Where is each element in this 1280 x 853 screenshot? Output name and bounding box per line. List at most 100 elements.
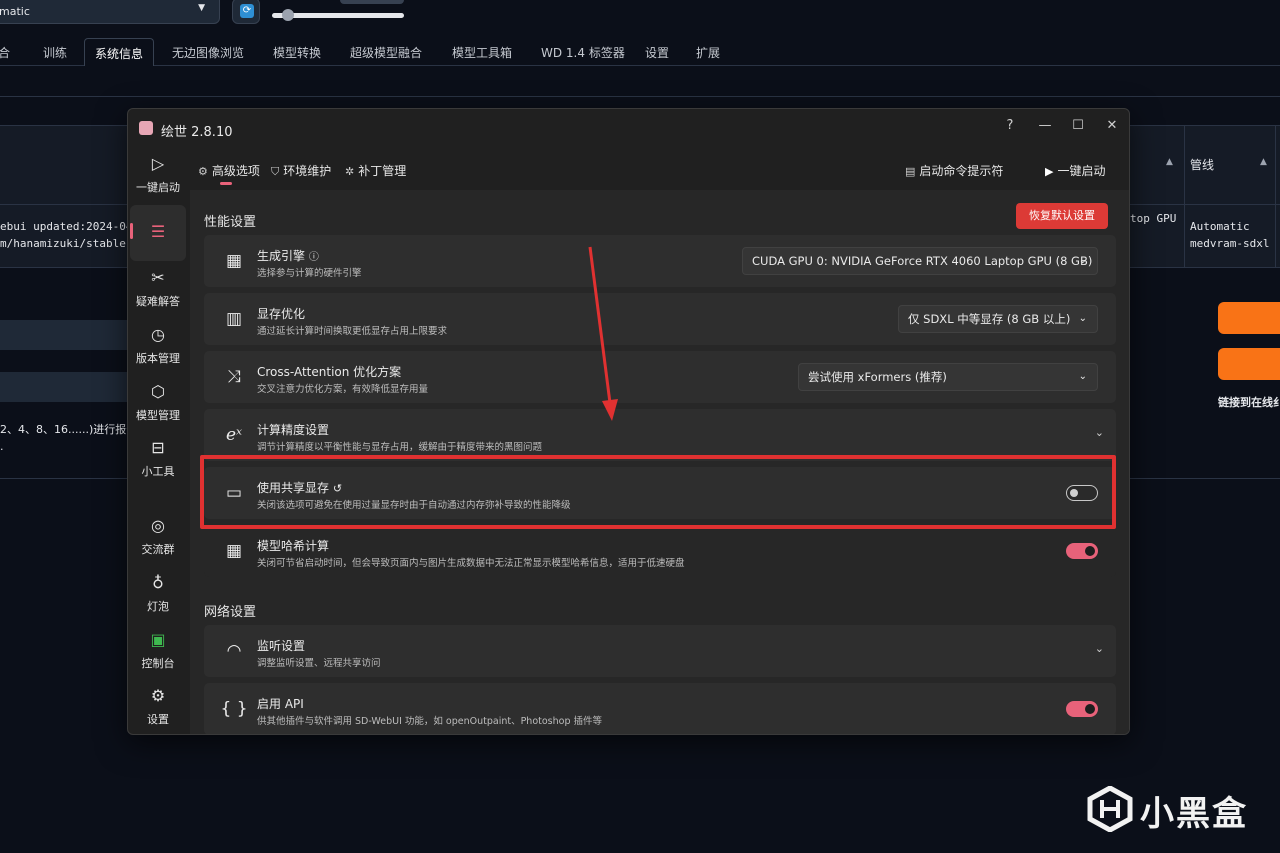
orange-button[interactable] xyxy=(1218,348,1280,380)
chevron-down-icon: ⌄ xyxy=(1078,255,1087,266)
api-card: { } 启用 API 供其他插件与软件调用 SD-WebUI 功能，如 open… xyxy=(204,683,1116,734)
select-value: 尝试使用 xFormers (推荐) xyxy=(808,370,947,384)
exponent-icon: eˣ xyxy=(225,425,243,445)
tab-model-convert[interactable]: 模型转换 xyxy=(273,44,321,61)
precision-card[interactable]: eˣ 计算精度设置 调节计算精度以平衡性能与显存占用，缓解由于精度带来的黑图问题… xyxy=(204,409,1116,461)
card-desc: 通过延长计算时间换取更低显存占用上限要求 xyxy=(257,326,448,337)
card-desc: 选择参与计算的硬件引擎 xyxy=(257,268,362,279)
nav-models[interactable]: ⬡ 模型管理 xyxy=(130,381,186,437)
minimize-button[interactable]: — xyxy=(1031,114,1059,138)
select-value: CUDA GPU 0: NVIDIA GeForce RTX 4060 Lapt… xyxy=(752,254,1093,268)
nav-versions[interactable]: ◷ 版本管理 xyxy=(130,324,186,380)
link-online-label[interactable]: 链接到在线纟 xyxy=(1218,394,1280,410)
tab-advanced[interactable]: ⚙ 高级选项 xyxy=(198,162,260,179)
card-title: 显存优化 xyxy=(257,307,306,321)
tab-env[interactable]: ⛉ 环境维护 xyxy=(271,162,331,179)
env-icon: ⛉ xyxy=(271,165,280,178)
sort-icon[interactable]: ▲ xyxy=(1260,157,1267,167)
chat-icon: ◎ xyxy=(151,516,165,535)
tab-image-browser[interactable]: 无边图像浏览 xyxy=(172,44,244,61)
api-toggle[interactable] xyxy=(1066,701,1098,717)
title-bar[interactable]: 绘世 2.8.10 ? — ☐ ✕ xyxy=(128,109,1129,147)
hash-card: ▦ 模型哈希计算 关闭可节省启动时间，但会导致页面内与图片生成数据中无法正常显示… xyxy=(204,525,1116,577)
card-title: 监听设置 xyxy=(257,639,306,653)
help-button[interactable]: ? xyxy=(996,114,1024,138)
nav-label: 版本管理 xyxy=(136,352,180,365)
table-cell: top GPU xyxy=(1130,212,1177,225)
accordion-bar[interactable] xyxy=(0,372,130,402)
nav-console[interactable]: ▣ 控制台 xyxy=(130,629,186,685)
table-cell: m/hanamizuki/stable-di xyxy=(0,237,146,250)
card-desc: 关闭可节省启动时间，但会导致页面内与图片生成数据中无法正常显示模型哈希信息，适用… xyxy=(257,558,685,569)
watermark-logo-icon xyxy=(1087,786,1133,832)
vram-select[interactable]: 仅 SDXL 中等显存 (8 GB 以上) ⌄ xyxy=(898,305,1098,333)
watermark-text: 小黑盒 xyxy=(1140,794,1248,834)
tab-label: 补丁管理 xyxy=(358,164,407,178)
gear-icon: ⚙ xyxy=(150,686,166,705)
close-button[interactable]: ✕ xyxy=(1098,114,1126,138)
table-header-pipeline[interactable]: 管线 xyxy=(1190,156,1214,173)
card-desc: 供其他插件与软件调用 SD-WebUI 功能，如 openOutpaint、Ph… xyxy=(257,716,603,727)
card-title: 计算精度设置 xyxy=(257,423,330,437)
info-icon[interactable]: ⓘ xyxy=(309,252,319,263)
tab-system-info[interactable]: 系统信息 xyxy=(84,38,155,66)
nav-settings[interactable]: ⚙ 设置 xyxy=(130,685,186,734)
highlight-box xyxy=(200,455,1116,529)
tab-super-merge[interactable]: 超级模型融合 xyxy=(350,44,422,61)
launch-button[interactable]: ▶ 一键启动 xyxy=(1045,162,1105,179)
table-cell: Automatic xyxy=(1190,220,1250,233)
tab-settings[interactable]: 设置 xyxy=(645,44,669,61)
engine-select[interactable]: CUDA GPU 0: NVIDIA GeForce RTX 4060 Lapt… xyxy=(742,247,1098,275)
webui-tabs: 融合 训练 系统信息 无边图像浏览 模型转换 超级模型融合 模型工具箱 WD 1… xyxy=(0,38,1280,66)
orange-button[interactable] xyxy=(1218,302,1280,334)
chevron-down-icon: ▼ xyxy=(198,3,205,13)
list-icon: ☰ xyxy=(150,222,166,241)
hash-toggle[interactable] xyxy=(1066,543,1098,559)
listen-card[interactable]: ◠ 监听设置 调整监听设置、远程共享访问 ⌄ xyxy=(204,625,1116,677)
tab-merge[interactable]: 融合 xyxy=(0,44,10,61)
reset-defaults-button[interactable]: 恢复默认设置 xyxy=(1016,203,1108,229)
card-desc: 调整监听设置、远程共享访问 xyxy=(257,658,381,669)
clip-skip-slider[interactable] xyxy=(272,9,404,21)
console-icon: ▣ xyxy=(150,630,166,649)
tab-extensions[interactable]: 扩展 xyxy=(696,44,720,61)
nav-tools[interactable]: ⊟ 小工具 xyxy=(130,437,186,493)
nav-launch[interactable]: ▷ 一键启动 xyxy=(130,153,186,209)
tools-icon: ✂ xyxy=(151,268,165,287)
nav-label: 灯泡 xyxy=(147,600,169,613)
table-cell: medvram-sdxl xyxy=(1190,237,1270,250)
nav-label: 小工具 xyxy=(141,465,175,478)
tab-wd-tagger[interactable]: WD 1.4 标签器 xyxy=(541,44,625,61)
braces-icon: { } xyxy=(220,699,248,719)
chevron-down-icon[interactable]: ⌄ xyxy=(1095,426,1104,439)
active-indicator xyxy=(130,223,133,239)
accordion-bar[interactable] xyxy=(0,320,130,350)
button-label: 启动命令提示符 xyxy=(919,164,1004,178)
refresh-button[interactable]: ⟳ xyxy=(232,0,260,24)
refresh-icon: ⟳ xyxy=(240,4,254,18)
chevron-down-icon[interactable]: ⌄ xyxy=(1095,642,1104,655)
cmd-prompt-button[interactable]: ▤ 启动命令提示符 xyxy=(905,162,1003,179)
nav-advanced[interactable]: ☰ xyxy=(130,205,186,261)
sort-icon[interactable]: ▲ xyxy=(1166,157,1173,167)
nav-troubleshoot[interactable]: ✂ 疑难解答 xyxy=(130,267,186,323)
tab-train[interactable]: 训练 xyxy=(43,44,67,61)
report-text: . xyxy=(0,440,4,453)
table-calc-icon: ▦ xyxy=(225,541,243,561)
model-select-value: matic xyxy=(0,5,30,18)
toggle-knob xyxy=(1085,546,1095,556)
toolbox-icon: ⊟ xyxy=(151,438,165,457)
maximize-button[interactable]: ☐ xyxy=(1064,114,1092,138)
tab-model-toolbox[interactable]: 模型工具箱 xyxy=(452,44,512,61)
terminal-icon: ▤ xyxy=(905,165,916,178)
section-title-performance: 性能设置 xyxy=(204,215,257,230)
cube-icon: ⬡ xyxy=(151,382,165,401)
nav-community[interactable]: ◎ 交流群 xyxy=(130,515,186,571)
attention-select[interactable]: 尝试使用 xFormers (推荐) ⌄ xyxy=(798,363,1098,391)
chevron-down-icon: ⌄ xyxy=(1078,371,1087,382)
model-select[interactable]: matic ▼ xyxy=(0,0,220,24)
nav-bulb[interactable]: ♁ 灯泡 xyxy=(130,572,186,628)
shuffle-icon: ⤨ xyxy=(227,367,241,387)
slider-handle[interactable] xyxy=(282,9,294,21)
tab-patch[interactable]: ✲ 补丁管理 xyxy=(345,162,406,179)
